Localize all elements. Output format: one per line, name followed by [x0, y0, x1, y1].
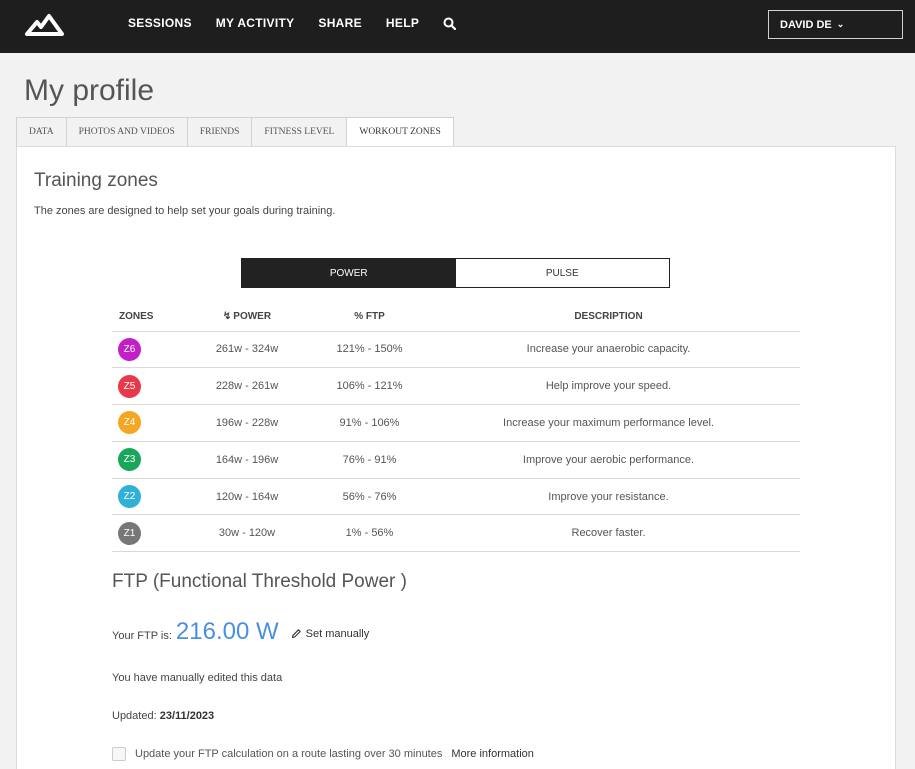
header-power: ↯ POWER [172, 302, 322, 332]
nav-my-activity[interactable]: MY ACTIVITY [204, 16, 307, 30]
zone-badge: Z4 [118, 411, 141, 435]
zone-description: Improve your resistance. [417, 478, 800, 516]
update-ftp-label: Update your FTP calculation on a route l… [135, 748, 443, 760]
zone-badge: Z6 [118, 337, 141, 361]
table-row: Z1 30w - 120w 1% - 56% Recover faster. [112, 514, 800, 553]
power-pulse-toggle: POWER PULSE [241, 258, 670, 288]
zone-cell: Z4 [112, 404, 172, 442]
zone-badge: Z3 [118, 448, 141, 472]
zone-badge: Z5 [118, 374, 141, 398]
update-ftp-checkbox[interactable] [112, 747, 126, 761]
ftp-range: 121% - 150% [322, 331, 417, 369]
zone-badge: Z2 [118, 485, 141, 509]
table-row: Z6 261w - 324w 121% - 150% Increase your an… [112, 331, 800, 369]
header-power-label: POWER [233, 310, 272, 322]
header-ftp: % FTP [322, 302, 417, 332]
page-title: My profile [24, 74, 155, 107]
ftp-range: 91% - 106% [322, 404, 417, 442]
zone-description: Increase your maximum performance level. [417, 404, 800, 442]
updated-label: Updated: [112, 710, 157, 722]
set-manually-link[interactable]: Set manually [291, 627, 370, 640]
pencil-icon [291, 629, 301, 639]
table-row: Z3 164w - 196w 76% - 91% Improve your aerob… [112, 441, 800, 479]
updated-line: Updated: 23/11/2023 [112, 710, 214, 722]
edited-note: You have manually edited this data [112, 672, 283, 684]
user-menu-button[interactable]: DAVID DE ⌄ [768, 10, 903, 39]
ftp-range: 76% - 91% [322, 441, 417, 479]
zone-cell: Z3 [112, 441, 172, 479]
zones-table: ZONES ↯ POWER % FTP DESCRIPTION Z6 261w - … [112, 302, 800, 553]
profile-tabs: DATA PHOTOS AND VIDEOS FRIENDS FITNESS L… [16, 117, 454, 147]
tab-friends[interactable]: FRIENDS [186, 117, 252, 147]
ftp-range: 1% - 56% [322, 514, 417, 553]
ftp-range: 106% - 121% [322, 367, 417, 406]
tab-data[interactable]: DATA [16, 117, 66, 147]
update-ftp-row: Update your FTP calculation on a route l… [112, 747, 534, 761]
lightning-icon: ↯ [222, 310, 232, 322]
nav-sessions[interactable]: SESSIONS [116, 16, 204, 30]
search-icon[interactable] [431, 17, 468, 30]
nav-help[interactable]: HELP [374, 16, 431, 30]
training-zones-title: Training zones [34, 170, 158, 191]
zone-description: Increase your anaerobic capacity. [417, 331, 800, 369]
power-range: 228w - 261w [172, 367, 322, 406]
top-navigation-bar: SESSIONS MY ACTIVITY SHARE HELP DAVID DE… [0, 0, 915, 53]
toggle-pulse[interactable]: PULSE [455, 259, 669, 287]
power-range: 120w - 164w [172, 478, 322, 516]
ftp-range: 56% - 76% [322, 478, 417, 516]
ftp-label: Your FTP is: [112, 630, 172, 642]
zone-cell: Z2 [112, 478, 172, 516]
table-row: Z5 228w - 261w 106% - 121% Help improve you… [112, 367, 800, 406]
toggle-power[interactable]: POWER [242, 259, 456, 287]
zone-cell: Z1 [112, 514, 172, 553]
power-range: 196w - 228w [172, 404, 322, 442]
ftp-title: FTP (Functional Threshold Power ) [112, 571, 407, 592]
zone-cell: Z5 [112, 367, 172, 406]
chevron-down-icon: ⌄ [836, 19, 845, 29]
tab-fitness-level[interactable]: FITNESS LEVEL [251, 117, 347, 147]
ftp-value-row: Your FTP is: 216.00 W Set manually [112, 618, 369, 646]
nav-share[interactable]: SHARE [306, 16, 374, 30]
set-manually-label: Set manually [305, 627, 370, 640]
zone-description: Recover faster. [417, 514, 800, 553]
mountain-logo-icon[interactable] [24, 10, 66, 38]
main-nav: SESSIONS MY ACTIVITY SHARE HELP [116, 0, 468, 46]
zone-description: Help improve your speed. [417, 367, 800, 406]
header-description: DESCRIPTION [417, 302, 800, 332]
header-zones: ZONES [112, 302, 172, 332]
table-row: Z2 120w - 164w 56% - 76% Improve your resis… [112, 478, 800, 516]
updated-date: 23/11/2023 [159, 710, 215, 722]
tab-photos-and-videos[interactable]: PHOTOS AND VIDEOS [65, 117, 187, 147]
power-range: 261w - 324w [172, 331, 322, 369]
tab-workout-zones[interactable]: WORKOUT ZONES [346, 117, 454, 147]
table-row: Z4 196w - 228w 91% - 106% Increase your max… [112, 404, 800, 442]
training-zones-description: The zones are designed to help set your … [34, 205, 336, 217]
zone-cell: Z6 [112, 331, 172, 369]
ftp-value: 216.00 W [175, 618, 279, 645]
user-name: DAVID DE [780, 18, 832, 31]
more-information-link[interactable]: More information [451, 748, 534, 760]
table-header-row: ZONES ↯ POWER % FTP DESCRIPTION [112, 302, 800, 332]
power-range: 164w - 196w [172, 441, 322, 479]
zone-badge: Z1 [118, 521, 141, 545]
power-range: 30w - 120w [172, 514, 322, 553]
zone-description: Improve your aerobic performance. [417, 441, 800, 479]
